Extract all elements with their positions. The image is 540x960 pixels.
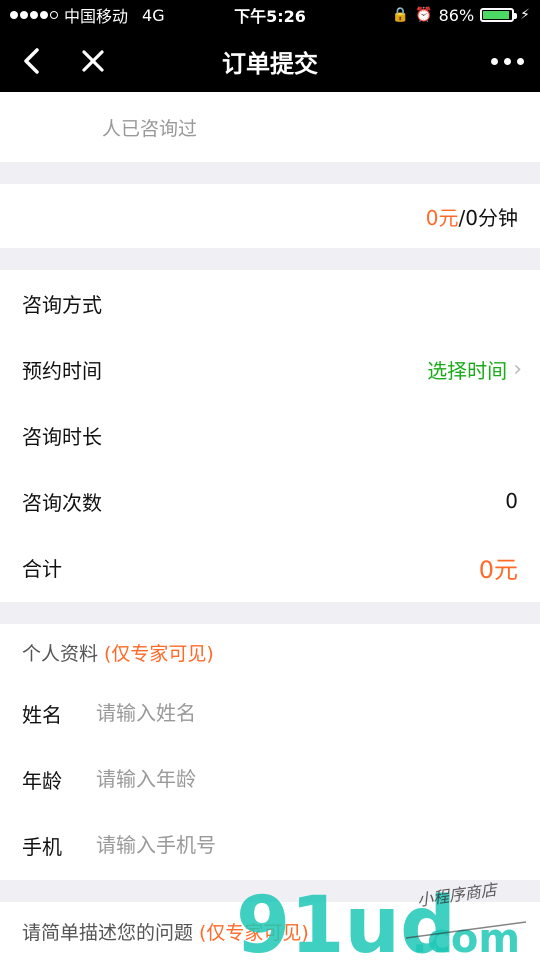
- consult-count-value: 0: [505, 489, 518, 513]
- status-bar: 中国移动 4G 下午5:26 🔒 ⏰ 86% ⚡: [0, 0, 540, 30]
- back-button[interactable]: [14, 42, 48, 80]
- close-icon: [82, 50, 104, 72]
- choose-time-button[interactable]: 选择时间 ›: [427, 355, 522, 384]
- total-row: 合计 0元: [0, 534, 540, 600]
- choose-time-label: 选择时间: [427, 358, 508, 383]
- close-button[interactable]: [76, 42, 110, 80]
- alarm-icon: ⏰: [415, 7, 433, 23]
- total-label: 合计: [22, 556, 62, 581]
- phone-row: 手机: [0, 812, 540, 878]
- consult-count-row: 咨询次数 0: [0, 468, 540, 534]
- profile-note: (仅专家可见): [104, 642, 214, 665]
- name-input[interactable]: [94, 692, 498, 734]
- total-value: 0元: [478, 555, 518, 584]
- nav-bar: 订单提交: [0, 30, 540, 92]
- price-display: 0元/0分钟: [426, 184, 518, 248]
- rotation-lock-icon: 🔒: [391, 7, 410, 23]
- carrier-name: 中国移动: [64, 7, 129, 26]
- more-icon: [491, 57, 498, 65]
- signal-dots-icon: [10, 11, 58, 19]
- describe-section: 请简单描述您的问题 (仅专家可见): [0, 902, 540, 960]
- appointment-row[interactable]: 预约时间 选择时间 ›: [0, 336, 540, 402]
- phone-input[interactable]: [94, 824, 498, 866]
- name-label: 姓名: [22, 702, 62, 727]
- age-label: 年龄: [22, 768, 62, 793]
- consult-duration-row[interactable]: 咨询时长: [0, 402, 540, 468]
- chevron-right-icon: ›: [513, 356, 522, 382]
- battery-percent: 86%: [438, 5, 475, 25]
- name-row: 姓名: [0, 680, 540, 746]
- price-amount: 0元: [425, 205, 459, 230]
- consulted-section: 人已咨询过: [0, 92, 540, 162]
- battery-fill: [483, 11, 509, 19]
- more-button[interactable]: [491, 48, 524, 74]
- price-section: 0元/0分钟: [0, 184, 540, 248]
- network-type: 4G: [142, 5, 165, 25]
- consult-duration-label: 咨询时长: [22, 424, 102, 449]
- phone-label: 手机: [22, 834, 62, 859]
- consult-method-row[interactable]: 咨询方式: [0, 270, 540, 336]
- status-right: 🔒 ⏰ 86% ⚡: [392, 6, 530, 25]
- describe-header: 请简单描述您的问题 (仅专家可见): [22, 902, 309, 960]
- price-per: /0分钟: [458, 205, 518, 230]
- battery-icon: [480, 8, 518, 22]
- profile-title: 个人资料: [22, 642, 99, 665]
- status-left: 中国移动 4G: [10, 3, 165, 27]
- consulted-text: 人已咨询过: [102, 117, 198, 140]
- profile-header: 个人资料 (仅专家可见): [22, 624, 214, 680]
- describe-note: (仅专家可见): [199, 921, 309, 944]
- age-input[interactable]: [94, 758, 498, 800]
- chevron-left-icon: [24, 48, 39, 74]
- charging-icon: ⚡: [520, 7, 530, 23]
- consult-count-label: 咨询次数: [22, 490, 102, 515]
- describe-text: 请简单描述您的问题: [22, 921, 194, 944]
- consult-method-label: 咨询方式: [22, 292, 102, 317]
- consult-info-section: 咨询方式 预约时间 选择时间 › 咨询时长 咨询次数 0 合计 0元: [0, 270, 540, 602]
- profile-section: 个人资料 (仅专家可见) 姓名 年龄 手机: [0, 624, 540, 880]
- appointment-label: 预约时间: [22, 358, 102, 383]
- age-row: 年龄: [0, 746, 540, 812]
